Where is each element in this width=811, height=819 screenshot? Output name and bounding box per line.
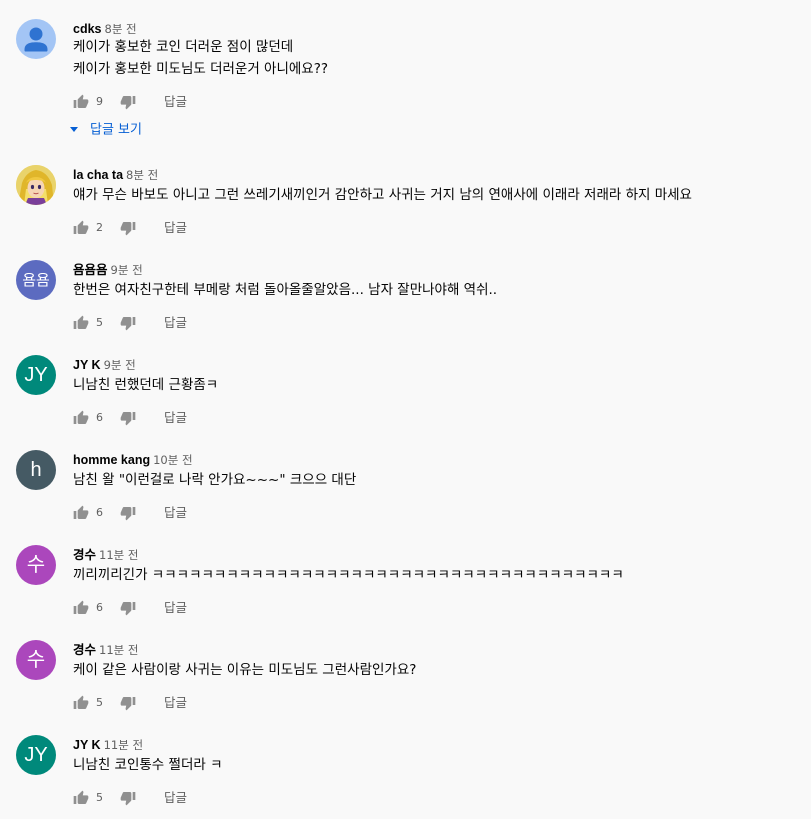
thumb-up-icon[interactable]	[73, 315, 89, 331]
reply-button[interactable]: 답글	[164, 790, 187, 806]
avatar-initials: JY	[24, 744, 48, 766]
comment-actions: 6 답글	[73, 505, 373, 521]
comment-actions: 5 답글	[73, 695, 373, 711]
comment-time[interactable]: 8분 전	[105, 22, 137, 36]
comment-text-line: 끼리끼리긴가 ㅋㅋㅋㅋㅋㅋㅋㅋㅋㅋㅋㅋㅋㅋㅋㅋㅋㅋㅋㅋㅋㅋㅋㅋㅋㅋㅋㅋㅋㅋㅋㅋㅋ…	[73, 567, 624, 583]
author-name[interactable]: homme kang	[73, 453, 150, 467]
comment-actions: 5 답글	[73, 315, 373, 331]
comment-time[interactable]: 11분 전	[99, 548, 138, 562]
comment-text-line: 케이가 홍보한 미도님도 더러운거 아니에요??	[73, 61, 329, 77]
comment-header: homme kang 10분 전	[73, 451, 193, 467]
avatar[interactable]	[16, 19, 56, 59]
comment-time[interactable]: 9분 전	[111, 263, 143, 277]
author-name[interactable]: cdks	[73, 22, 102, 36]
thumb-up-icon[interactable]	[73, 600, 89, 616]
thumb-down-icon[interactable]	[120, 790, 136, 806]
comment-text-line: 한번은 여자친구한테 부메랑 처럼 돌아올줄알았음... 남자 잘만나야해 역쉬…	[73, 282, 498, 298]
avatar-initials: h	[30, 459, 42, 481]
reply-button[interactable]: 답글	[164, 315, 187, 331]
reply-button[interactable]: 답글	[164, 220, 187, 236]
comment-actions: 2 답글	[73, 220, 373, 236]
reply-button[interactable]: 답글	[164, 600, 187, 616]
thumb-up-icon[interactable]	[73, 790, 89, 806]
thumb-down-icon[interactable]	[120, 220, 136, 236]
comment-text-line: 남친 왈 "이런걸로 나락 안가요~~~" 크으으 대단	[73, 472, 357, 488]
author-name[interactable]: 경수	[73, 548, 96, 562]
comment-time[interactable]: 11분 전	[104, 738, 143, 752]
comment-time[interactable]: 9분 전	[104, 358, 136, 372]
comment-time[interactable]: 8분 전	[126, 168, 158, 182]
like-count: 6	[96, 506, 103, 519]
thumb-up-icon[interactable]	[73, 94, 89, 110]
comment-text-line: 케이 같은 사람이랑 사귀는 이유는 미도님도 그런사람인가요?	[73, 662, 417, 678]
reply-button[interactable]: 답글	[164, 410, 187, 426]
avatar[interactable]: h	[16, 450, 56, 490]
like-count: 6	[96, 601, 103, 614]
view-replies-label: 답글 보기	[90, 122, 142, 138]
author-name[interactable]: JY K	[73, 358, 101, 372]
comment-header: 욤욤욤 9분 전	[73, 261, 143, 277]
reply-button[interactable]: 답글	[164, 695, 187, 711]
like-count: 9	[96, 95, 103, 108]
thumb-down-icon[interactable]	[120, 505, 136, 521]
avatar-initials: 수	[26, 649, 46, 671]
comment-time[interactable]: 10분 전	[153, 453, 192, 467]
like-count: 6	[96, 411, 103, 424]
comment-actions: 6 답글	[73, 600, 373, 616]
comment-header: 경수 11분 전	[73, 641, 138, 657]
like-count: 5	[96, 316, 103, 329]
thumb-up-icon[interactable]	[73, 505, 89, 521]
comment-text-line: 케이가 홍보한 코인 더러운 점이 많던데	[73, 39, 294, 55]
view-replies-button[interactable]: 답글 보기	[70, 120, 142, 138]
avatar[interactable]	[16, 165, 56, 205]
comment-header: la cha ta 8분 전	[73, 166, 158, 182]
author-name[interactable]: la cha ta	[73, 168, 123, 182]
person-icon	[24, 27, 48, 52]
comment-text-line: 얘가 무슨 바보도 아니고 그런 쓰레기새끼인거 감안하고 사귀는 거지 남의 …	[73, 187, 692, 203]
comment-actions: 5 답글	[73, 790, 373, 806]
comment-header: 경수 11분 전	[73, 546, 138, 562]
avatar-initials: 욤욤	[22, 271, 50, 289]
avatar[interactable]: 욤욤	[16, 260, 56, 300]
comment-time[interactable]: 11분 전	[99, 643, 138, 657]
avatar[interactable]: 수	[16, 640, 56, 680]
comment-actions: 6 답글	[73, 410, 373, 426]
avatar-image	[16, 165, 56, 205]
thumb-up-icon[interactable]	[73, 695, 89, 711]
like-count: 2	[96, 221, 103, 234]
comment-header: JY K 9분 전	[73, 356, 136, 372]
thumb-down-icon[interactable]	[120, 315, 136, 331]
author-name[interactable]: JY K	[73, 738, 101, 752]
thumb-up-icon[interactable]	[73, 410, 89, 426]
comment-actions: 9 답글	[73, 94, 373, 110]
caret-down-icon	[70, 127, 78, 132]
comment-header: cdks 8분 전	[73, 20, 137, 36]
author-name[interactable]: 경수	[73, 643, 96, 657]
comment-header: JY K 11분 전	[73, 736, 143, 752]
reply-button[interactable]: 답글	[164, 94, 187, 110]
comment-text-line: 니남친 코인통수 쩔더라 ㅋ	[73, 757, 223, 773]
like-count: 5	[96, 696, 103, 709]
like-count: 5	[96, 791, 103, 804]
reply-button[interactable]: 답글	[164, 505, 187, 521]
avatar[interactable]: 수	[16, 545, 56, 585]
thumb-down-icon[interactable]	[120, 94, 136, 110]
thumb-down-icon[interactable]	[120, 410, 136, 426]
thumb-up-icon[interactable]	[73, 220, 89, 236]
avatar[interactable]: JY	[16, 355, 56, 395]
thumb-down-icon[interactable]	[120, 600, 136, 616]
author-name[interactable]: 욤욤욤	[73, 263, 108, 277]
thumb-down-icon[interactable]	[120, 695, 136, 711]
avatar[interactable]: JY	[16, 735, 56, 775]
avatar-initials: JY	[24, 364, 48, 386]
avatar-initials: 수	[26, 554, 46, 576]
comment-text-line: 니남친 런했던데 근황좀ㅋ	[73, 377, 219, 393]
